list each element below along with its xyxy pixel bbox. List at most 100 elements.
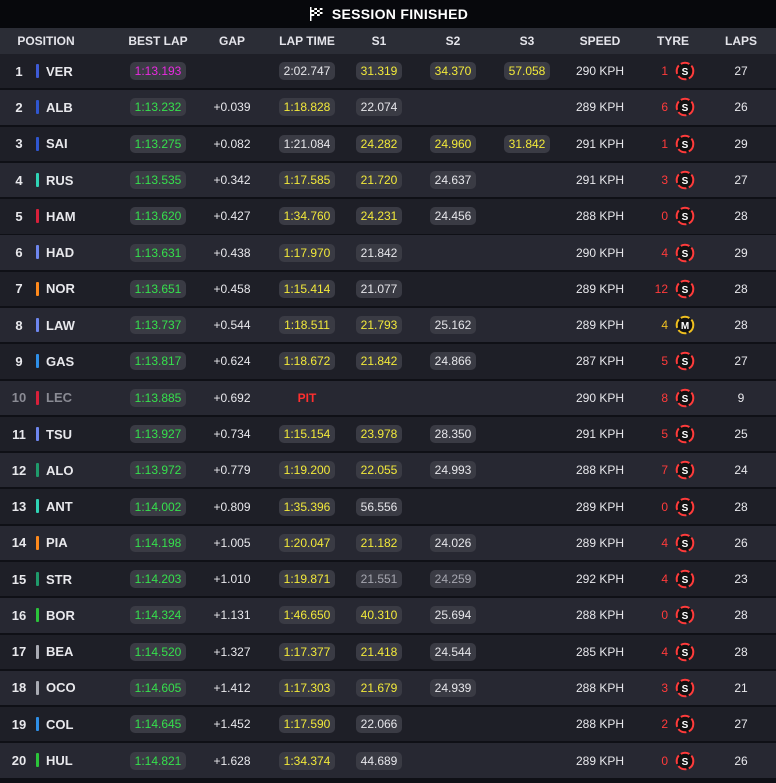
table-row[interactable]: 15 STR 1:14.203 +1.010 1:19.871 21.551 24.259 2… <box>0 561 776 597</box>
driver-code: VER <box>46 63 73 79</box>
laps-cell: 21 <box>734 680 748 695</box>
driver-code: HAD <box>46 245 75 261</box>
table-row[interactable]: 9 GAS 1:13.817 +0.624 1:18.672 21.842 24.866 28… <box>0 344 776 379</box>
tyre-compound-icon: S <box>674 707 696 741</box>
team-color-bar <box>36 535 39 550</box>
lap-time-cell: 1:21.084 <box>277 127 337 161</box>
tyre-compound-icon: S <box>674 743 696 777</box>
lap-time-cell: 1:19.200 <box>277 453 337 487</box>
sector-1-cell: 44.689 <box>351 743 407 777</box>
driver-code: LAW <box>46 317 75 333</box>
tyre-compound-icon: S <box>674 489 696 523</box>
lap-time-cell: 1:20.047 <box>277 526 337 560</box>
position: 16 <box>11 607 27 623</box>
col-laps[interactable]: LAPS <box>718 28 764 54</box>
lap-time-cell: 1:46.650 <box>277 598 337 632</box>
team-color-bar <box>36 644 39 659</box>
table-header: POSITION BEST LAP GAP LAP TIME S1 S2 S3 … <box>0 28 776 54</box>
table-row[interactable]: 1 VER 1:13.193 2:02.747 31.319 34.370 57.058 29… <box>0 54 776 89</box>
gap-cell: +0.779 <box>213 463 251 478</box>
sector-2-cell: 28.350 <box>425 417 481 451</box>
lap-time-cell: 1:17.970 <box>277 235 337 269</box>
lap-time-cell: 1:18.672 <box>277 344 337 378</box>
tyre-compound-icon: S <box>674 562 696 596</box>
standings-table: 1 VER 1:13.193 2:02.747 31.319 34.370 57.058 29… <box>0 54 776 778</box>
tyre-age: 7 <box>661 463 668 478</box>
table-row[interactable]: 13 ANT 1:14.002 +0.809 1:35.396 56.556 289 KPH… <box>0 489 776 524</box>
col-speed[interactable]: SPEED <box>571 28 629 54</box>
table-row[interactable]: 14 PIA 1:14.198 +1.005 1:20.047 21.182 24.026 2… <box>0 525 776 561</box>
team-color-bar <box>36 317 39 332</box>
table-row[interactable]: 2 ALB 1:13.232 +0.039 1:18.828 22.074 289 KPH 6… <box>0 90 776 125</box>
driver-code: OCO <box>46 680 76 696</box>
lap-time-cell: 1:34.760 <box>277 199 337 233</box>
best-lap-cell: 1:14.645 <box>128 707 188 741</box>
tyre-compound-icon: S <box>674 526 696 560</box>
sector-3-cell <box>498 562 556 596</box>
table-row[interactable]: 4 RUS 1:13.535 +0.342 1:17.585 21.720 24.637 29… <box>0 162 776 198</box>
svg-text:S: S <box>682 720 689 731</box>
lap-time-cell: PIT <box>297 390 317 405</box>
table-row[interactable]: 18 OCO 1:14.605 +1.412 1:17.303 21.679 24.939 2… <box>0 670 776 706</box>
position: 19 <box>11 716 27 732</box>
sector-2-cell <box>425 272 481 306</box>
sector-2-cell <box>425 381 481 415</box>
sector-2-cell: 25.162 <box>425 308 481 342</box>
table-row[interactable]: 5 HAM 1:13.620 +0.427 1:34.760 24.231 24.456 28… <box>0 199 776 234</box>
svg-text:S: S <box>682 140 689 151</box>
sector-2-cell: 25.694 <box>425 598 481 632</box>
best-lap-cell: 1:14.324 <box>128 598 188 632</box>
driver-code: RUS <box>46 172 74 188</box>
lap-time-cell: 1:15.154 <box>277 417 337 451</box>
table-row[interactable]: 20 HUL 1:14.821 +1.628 1:34.374 44.689 289 KPH… <box>0 743 776 778</box>
col-s3[interactable]: S3 <box>498 28 556 54</box>
position: 18 <box>11 680 27 696</box>
table-row[interactable]: 8 LAW 1:13.737 +0.544 1:18.511 21.793 25.162 28… <box>0 307 776 343</box>
best-lap-cell: 1:13.535 <box>128 163 188 197</box>
position: 3 <box>15 136 23 152</box>
best-lap-cell: 1:13.927 <box>128 417 188 451</box>
gap-cell: +1.131 <box>213 608 251 623</box>
tyre-compound-icon: S <box>674 127 696 161</box>
position: 14 <box>11 535 27 551</box>
table-row[interactable]: 6 HAD 1:13.631 +0.438 1:17.970 21.842 290 KPH 4… <box>0 235 776 270</box>
table-row[interactable]: 16 BOR 1:14.324 +1.131 1:46.650 40.310 25.694 2… <box>0 598 776 633</box>
gap-cell: +1.412 <box>213 680 251 695</box>
speed-cell: 289 KPH <box>575 318 625 333</box>
gap-cell: +0.342 <box>213 173 251 188</box>
speed-cell: 289 KPH <box>575 499 625 514</box>
table-row[interactable]: 12 ALO 1:13.972 +0.779 1:19.200 22.055 24.993 2… <box>0 453 776 488</box>
col-position[interactable]: POSITION <box>4 28 88 54</box>
team-color-bar <box>36 390 39 405</box>
table-row[interactable]: 11 TSU 1:13.927 +0.734 1:15.154 23.978 28.350 2… <box>0 416 776 452</box>
tyre-age: 4 <box>661 644 668 659</box>
position: 6 <box>15 245 23 261</box>
team-color-bar <box>36 571 39 586</box>
best-lap-cell: 1:14.821 <box>128 743 188 777</box>
sector-2-cell <box>425 235 481 269</box>
speed-cell: 285 KPH <box>575 644 625 659</box>
svg-text:S: S <box>682 756 689 767</box>
table-row[interactable]: 10 LEC 1:13.885 +0.692 PIT 290 KPH 8 S 9 <box>0 380 776 415</box>
sector-3-cell <box>498 417 556 451</box>
team-color-bar <box>36 680 39 695</box>
speed-cell: 291 KPH <box>575 427 625 441</box>
sector-1-cell: 21.720 <box>351 163 407 197</box>
tyre-age: 1 <box>661 64 668 79</box>
col-s2[interactable]: S2 <box>425 28 481 54</box>
table-row[interactable]: 19 COL 1:14.645 +1.452 1:17.590 22.066 288 KPH… <box>0 707 776 742</box>
col-gap[interactable]: GAP <box>208 28 256 54</box>
col-tyre[interactable]: TYRE <box>648 28 698 54</box>
svg-text:S: S <box>682 539 689 550</box>
col-s1[interactable]: S1 <box>351 28 407 54</box>
table-row[interactable]: 7 NOR 1:13.651 +0.458 1:15.414 21.077 289 KPH 1… <box>0 271 776 307</box>
laps-cell: 25 <box>734 427 748 441</box>
speed-cell: 289 KPH <box>575 281 625 296</box>
sector-3-cell <box>498 635 556 669</box>
sector-2-cell: 24.026 <box>425 526 481 560</box>
table-row[interactable]: 3 SAI 1:13.275 +0.082 1:21.084 24.282 24.960 31… <box>0 126 776 161</box>
col-lap-time[interactable]: LAP TIME <box>277 28 337 54</box>
table-row[interactable]: 17 BEA 1:14.520 +1.327 1:17.377 21.418 24.544 2… <box>0 634 776 669</box>
col-best-lap[interactable]: BEST LAP <box>128 28 188 54</box>
gap-cell: +0.544 <box>213 318 251 333</box>
